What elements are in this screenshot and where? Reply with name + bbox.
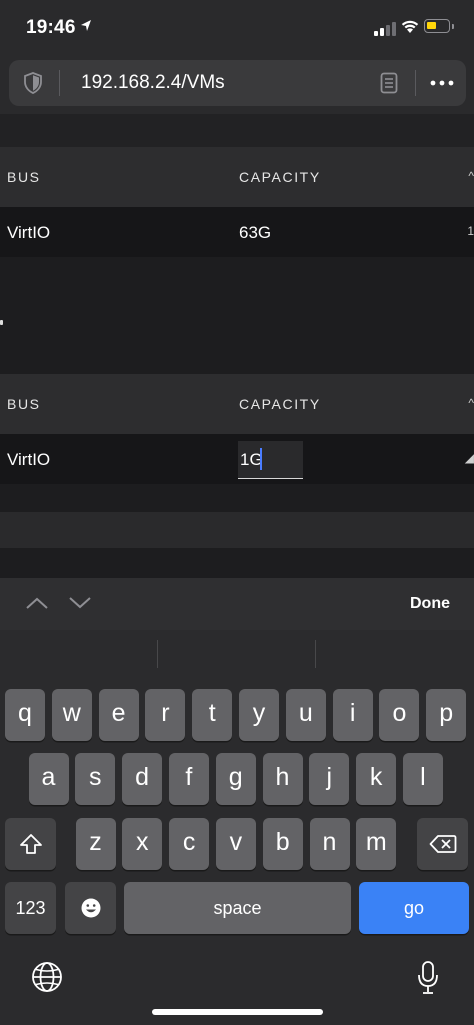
suggestion-separator — [157, 640, 158, 668]
capacity-input[interactable]: 1G — [238, 441, 303, 479]
delete-key[interactable] — [417, 818, 468, 870]
emoji-icon — [81, 898, 100, 918]
shift-icon — [19, 834, 42, 854]
key-k[interactable]: k — [356, 753, 397, 805]
key-w[interactable]: w — [51, 689, 92, 741]
globe-icon[interactable] — [30, 960, 64, 994]
chevron-up-icon[interactable] — [25, 596, 49, 610]
table-row: VirtIO 1G ◢ — [0, 434, 474, 484]
key-p[interactable]: p — [426, 689, 467, 741]
column-header-bus: BUS — [7, 169, 41, 185]
content-band — [0, 512, 474, 548]
done-button[interactable]: Done — [410, 595, 450, 613]
home-indicator — [152, 1009, 323, 1015]
key-t[interactable]: t — [192, 689, 233, 741]
emoji-key[interactable] — [65, 882, 116, 934]
location-arrow-icon — [81, 20, 91, 31]
keyboard-accessory-bar: Done — [0, 578, 474, 630]
content-band — [0, 114, 474, 148]
key-h[interactable]: h — [262, 753, 303, 805]
battery-cap — [452, 24, 454, 29]
bus-value: VirtIO — [7, 450, 51, 469]
page-content: BUS CAPACITY ^ VirtIO 63G 1 BUS CAPACITY… — [0, 114, 474, 578]
battery-level — [427, 22, 436, 29]
key-i[interactable]: i — [332, 689, 373, 741]
go-key[interactable]: go — [359, 882, 469, 934]
key-x[interactable]: x — [122, 818, 163, 870]
url-text[interactable]: 192.168.2.4/VMs — [81, 72, 225, 94]
browser-toolbar: 192.168.2.4/VMs — [0, 56, 474, 114]
column-header-capacity: CAPACITY — [239, 396, 321, 412]
battery-icon — [424, 19, 450, 33]
column-header-bus: BUS — [7, 396, 41, 412]
space-key[interactable]: space — [124, 882, 351, 934]
edge-marker — [0, 320, 3, 325]
status-time: 19:46 — [26, 17, 76, 38]
backspace-icon — [429, 835, 456, 853]
key-n[interactable]: n — [309, 818, 350, 870]
column-header-capacity: CAPACITY — [239, 169, 321, 185]
shift-key[interactable] — [5, 818, 56, 870]
table-header: BUS CAPACITY ^ — [0, 147, 474, 207]
chevron-down-icon[interactable] — [68, 596, 92, 610]
key-r[interactable]: r — [145, 689, 186, 741]
address-separator — [59, 70, 60, 96]
capacity-value: 63G — [239, 223, 272, 242]
key-z[interactable]: z — [75, 818, 116, 870]
key-g[interactable]: g — [215, 753, 256, 805]
key-o[interactable]: o — [379, 689, 420, 741]
suggestion-separator — [315, 640, 316, 668]
key-l[interactable]: l — [402, 753, 443, 805]
key-c[interactable]: c — [169, 818, 210, 870]
address-separator — [415, 70, 416, 96]
keyboard: qwertyuiop asdfghjkl zxcvbnm 123 space g… — [0, 630, 474, 1025]
column-header-clipped: ^ — [468, 396, 474, 410]
column-header-clipped: ^ — [468, 169, 474, 183]
key-j[interactable]: j — [309, 753, 350, 805]
key-a[interactable]: a — [28, 753, 69, 805]
key-f[interactable]: f — [168, 753, 209, 805]
key-q[interactable]: q — [5, 689, 45, 741]
row-clipped-mark: ◢ — [464, 451, 474, 465]
row-clipped-mark: 1 — [467, 224, 474, 238]
table-header: BUS CAPACITY ^ — [0, 374, 474, 434]
wifi-icon — [401, 20, 419, 33]
key-b[interactable]: b — [262, 818, 303, 870]
cellular-signal-icon — [374, 22, 396, 36]
key-m[interactable]: m — [356, 818, 397, 870]
text-caret — [260, 448, 262, 470]
microphone-icon[interactable] — [416, 960, 440, 996]
key-v[interactable]: v — [215, 818, 256, 870]
key-s[interactable]: s — [75, 753, 116, 805]
key-u[interactable]: u — [285, 689, 326, 741]
numbers-key[interactable]: 123 — [5, 882, 56, 934]
bus-value: VirtIO — [7, 223, 51, 242]
shield-icon[interactable] — [23, 72, 43, 94]
key-e[interactable]: e — [98, 689, 139, 741]
address-bar[interactable]: 192.168.2.4/VMs — [9, 60, 466, 106]
key-d[interactable]: d — [122, 753, 163, 805]
more-options-icon[interactable] — [427, 73, 457, 93]
reader-mode-icon[interactable] — [380, 72, 398, 94]
key-y[interactable]: y — [239, 689, 279, 741]
status-bar: 19:46 — [0, 0, 474, 56]
table-row: VirtIO 63G 1 — [0, 207, 474, 257]
